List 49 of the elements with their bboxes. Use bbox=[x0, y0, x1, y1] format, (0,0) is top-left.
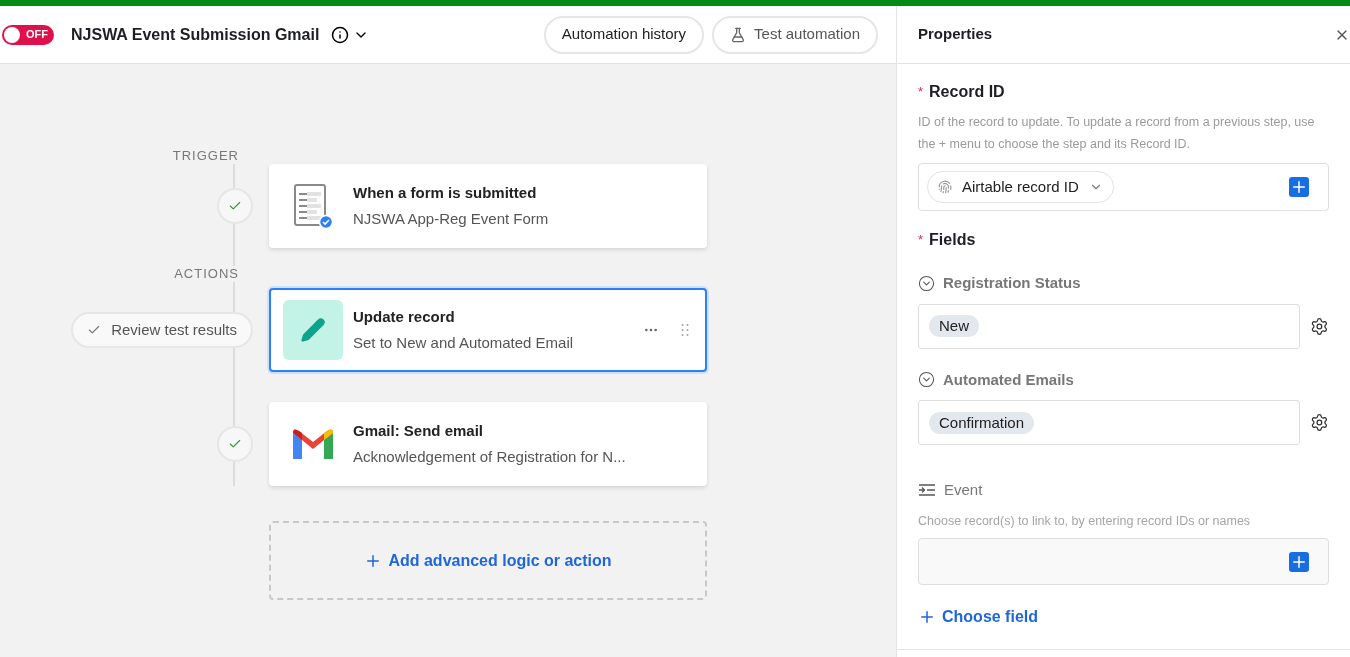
automation-title: NJSWA Event Submission Gmail bbox=[71, 24, 320, 45]
field-name: Registration Status bbox=[943, 273, 1081, 293]
record-id-field[interactable]: Airtable record ID bbox=[918, 163, 1329, 211]
step-card[interactable]: Gmail: Send email Acknowledgement of Registration for N... bbox=[269, 402, 707, 486]
required-asterisk: * bbox=[918, 83, 924, 102]
field-name: Automated Emails bbox=[943, 369, 1074, 390]
required-asterisk: * bbox=[918, 231, 924, 250]
choose-field-button[interactable]: Choose field bbox=[918, 605, 1038, 630]
collapse-icon[interactable] bbox=[918, 371, 935, 389]
automation-history-button[interactable]: Automation history bbox=[543, 15, 705, 54]
flask-icon bbox=[730, 26, 747, 43]
field-label: Fields bbox=[929, 230, 976, 250]
help-text: ID of the record to update. To update a record from a previous step, use the + menu to choose the step and its Record ID. bbox=[918, 114, 1316, 153]
step-subtitle: NJSWA App-Reg Event Form bbox=[353, 208, 550, 229]
automation-toggle[interactable]: OFF bbox=[2, 24, 54, 45]
settings-icon[interactable] bbox=[1310, 316, 1329, 336]
collapse-icon[interactable] bbox=[918, 274, 935, 292]
panel-title: Properties bbox=[918, 24, 993, 45]
step-title: Gmail: Send email bbox=[353, 421, 485, 441]
step-title: Update record bbox=[353, 307, 456, 327]
step-subtitle: Acknowledgement of Registration for N... bbox=[353, 446, 627, 467]
add-button[interactable] bbox=[1289, 177, 1309, 197]
step-card[interactable]: When a form is submitted NJSWA App-Reg Event Form bbox=[269, 164, 707, 248]
mail-logo-icon bbox=[293, 429, 333, 459]
fingerprint-icon bbox=[938, 180, 952, 194]
step-card[interactable]: Update record Set to New and Automated Email bbox=[269, 288, 707, 372]
test-automation-button[interactable]: Test automation bbox=[712, 15, 878, 54]
add-action-button[interactable]: Add advanced logic or action bbox=[269, 521, 707, 600]
drag-handle-icon[interactable] bbox=[681, 323, 689, 337]
pencil-icon bbox=[300, 317, 326, 343]
check-icon bbox=[87, 323, 102, 337]
settings-icon[interactable] bbox=[1310, 413, 1329, 432]
select-field[interactable]: New bbox=[918, 303, 1301, 349]
form-document-icon bbox=[293, 183, 333, 229]
link-records-field[interactable] bbox=[918, 538, 1329, 586]
section-label: ACTIONS bbox=[174, 266, 239, 282]
info-icon[interactable] bbox=[331, 25, 350, 44]
field-label: Record ID bbox=[929, 82, 1005, 102]
select-field[interactable]: Confirmation bbox=[918, 400, 1301, 445]
section-label: TRIGGER bbox=[172, 148, 239, 164]
help-text: Choose record(s) to link to, by entering record IDs or names bbox=[918, 512, 1252, 530]
option-tag: New bbox=[929, 315, 979, 337]
linked-record-icon bbox=[918, 483, 936, 498]
step-title: When a form is submitted bbox=[353, 183, 538, 203]
add-button[interactable] bbox=[1289, 551, 1309, 572]
step-subtitle: Set to New and Automated Email bbox=[353, 332, 575, 353]
option-tag: Confirmation bbox=[929, 411, 1035, 434]
review-test-results-button[interactable]: Review test results bbox=[71, 312, 253, 348]
field-name: Event bbox=[944, 480, 983, 500]
